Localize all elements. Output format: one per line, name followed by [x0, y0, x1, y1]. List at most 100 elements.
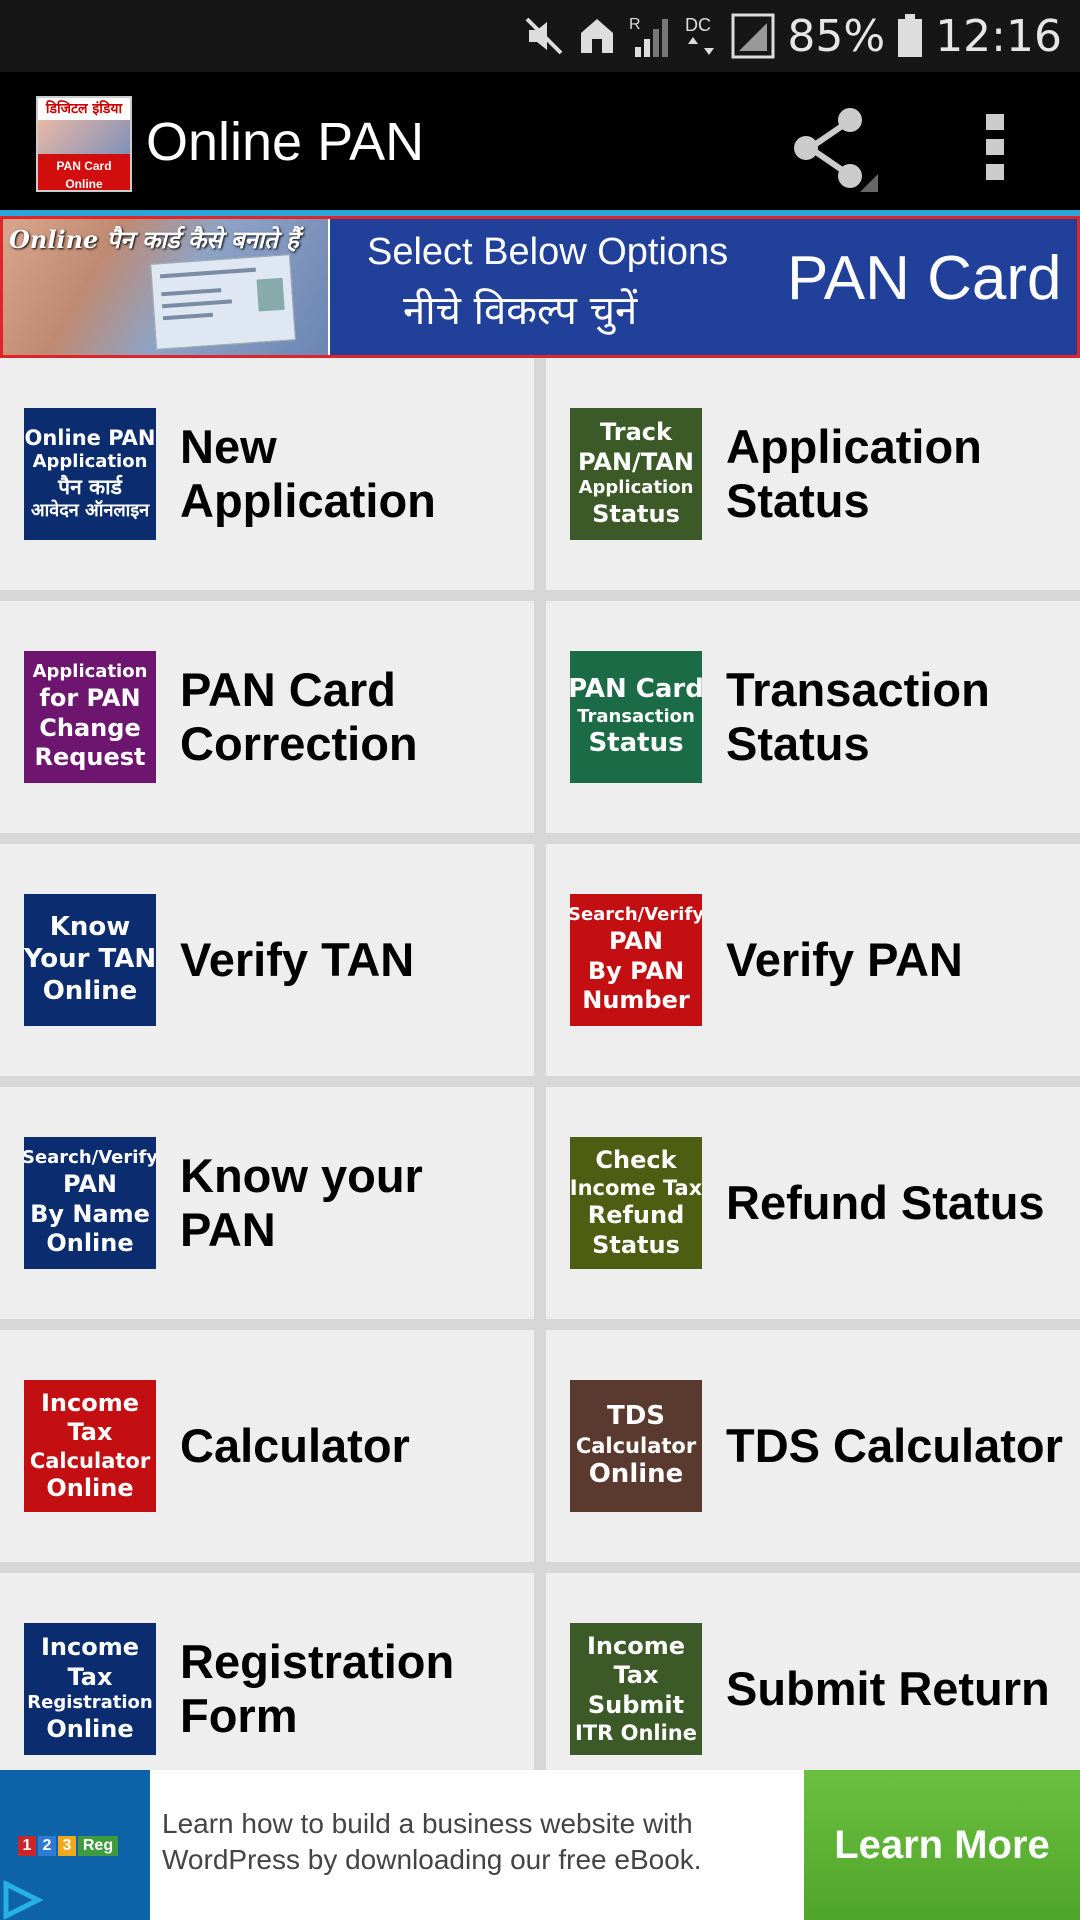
app-title: Online PAN	[146, 112, 425, 172]
tile-icon-text: Tax	[67, 1662, 113, 1691]
tile-label-line: Status	[726, 717, 870, 770]
banner-pan-card-text: PAN Card	[787, 244, 1062, 313]
tile-transaction-status[interactable]: PAN Card Transaction Status Transaction Stat…	[546, 601, 1080, 833]
share-icon	[794, 108, 878, 194]
signal-r-icon: R	[629, 13, 673, 59]
tile-icon: Application for PAN Change Request	[24, 651, 156, 783]
banner-hindi-text: नीचे विकल्प चुनें	[403, 288, 638, 334]
tile-label: Refund Status	[726, 1087, 1070, 1319]
tile-icon: Track PAN/TAN Application Status	[570, 408, 702, 540]
tile-icon-text: ITR Online	[574, 1721, 697, 1746]
ad-banner[interactable]: 1 2 3 Reg Learn how to build a business …	[0, 1770, 1080, 1920]
tile-label-line: Status	[726, 474, 870, 527]
tile-icon-text: पैन कार्ड	[58, 475, 122, 499]
tile-pan-card-correction[interactable]: Application for PAN Change Request PAN Card C…	[0, 601, 534, 833]
banner-select-text: Select Below Options	[367, 231, 729, 273]
tile-refund-status[interactable]: Check Income Tax Refund Status Refund Status	[546, 1087, 1080, 1319]
tile-icon-text: Transaction	[577, 705, 695, 727]
tile-know-your-pan[interactable]: Search/Verify PAN By Name Online Know your P…	[0, 1087, 534, 1319]
tile-label: Registration Form	[180, 1573, 524, 1770]
tile-new-application[interactable]: Online PAN Application पैन कार्ड आवेदन ऑनला…	[0, 358, 534, 590]
tile-icon-text: Calculator	[575, 1433, 697, 1458]
tile-icon-text: Check	[595, 1145, 677, 1174]
tile-label-line: Refund Status	[726, 1175, 1045, 1229]
data-dc-icon: DC	[685, 13, 719, 59]
svg-text:DC: DC	[685, 15, 711, 35]
overflow-menu-button[interactable]	[966, 102, 1026, 192]
app-logo: डिजिटल इंडिया PAN Card Online	[36, 96, 132, 192]
logo-caption: PAN Card Online	[38, 154, 130, 190]
tile-icon-text: PAN	[62, 1169, 118, 1198]
tile-tds-calculator[interactable]: TDS Calculator Online TDS Calculator	[546, 1330, 1080, 1562]
tile-verify-pan[interactable]: Search/Verify PAN By PAN Number Verify PAN	[546, 844, 1080, 1076]
tile-icon-text: Online	[42, 975, 138, 1006]
pan-card-banner[interactable]: Online पैन कार्ड कैसे बनाते हैं Select B…	[0, 216, 1080, 358]
tile-icon-text: Change	[39, 713, 141, 742]
tile-icon-text: PAN Card	[570, 673, 702, 704]
tile-icon: Online PAN Application पैन कार्ड आवेदन ऑनला…	[24, 408, 156, 540]
ad-logo-text: 1 2 3 Reg	[18, 1836, 118, 1856]
tile-icon-text: Income Tax	[570, 1176, 702, 1201]
tile-icon-text: Online PAN	[24, 426, 156, 451]
tile-icon-text: PAN	[608, 926, 664, 955]
tile-label-line: Transaction	[726, 662, 990, 716]
tile-icon-text: By Name	[30, 1199, 150, 1228]
tile-icon-text: Search/Verify	[570, 904, 702, 926]
tile-icon-text: Application	[578, 477, 694, 499]
tile-icon-text: Income	[40, 1633, 139, 1662]
tile-icon-text: Online	[46, 1229, 134, 1258]
learn-more-button[interactable]: Learn More	[804, 1770, 1080, 1920]
options-grid: Online PAN Application पैन कार्ड आवेदन ऑनला…	[0, 358, 1080, 1770]
tile-label: Verify PAN	[726, 844, 1070, 1076]
tile-verify-tan[interactable]: Know Your TAN Online Verify TAN	[0, 844, 534, 1076]
logo-line1: PAN Card	[56, 159, 112, 173]
tile-label-line: New	[180, 419, 277, 473]
tile-label: Calculator	[180, 1330, 524, 1562]
tile-label-line: Calculator	[180, 1418, 410, 1472]
tile-icon-text: Status	[592, 500, 680, 529]
tile-label-line: Application	[726, 419, 982, 473]
tile-icon-text: Income	[586, 1631, 685, 1660]
tile-label: PAN Card Correction	[180, 601, 524, 833]
ad-text: Learn how to build a business website wi…	[162, 1808, 702, 1875]
tile-calculator[interactable]: Income Tax Calculator Online Calculator	[0, 1330, 534, 1562]
tile-submit-return[interactable]: Income Tax Submit ITR Online Submit Return	[546, 1573, 1080, 1770]
tile-label-line: TDS Calculator	[726, 1418, 1063, 1472]
tile-registration-form[interactable]: Income Tax Registration Online Registration F…	[0, 1573, 534, 1770]
battery-percent: 85%	[787, 10, 886, 62]
app-bar: डिजिटल इंडिया PAN Card Online Online PAN	[0, 72, 1080, 212]
mute-icon	[523, 15, 565, 57]
tile-icon-text: Application	[32, 451, 148, 473]
tile-label: Submit Return	[726, 1573, 1070, 1770]
tile-icon-text: आवेदन ऑनलाइन	[30, 500, 150, 522]
tile-icon: Income Tax Registration Online	[24, 1623, 156, 1755]
tile-icon-text: By PAN	[587, 956, 685, 985]
tile-icon-text: Income	[40, 1388, 139, 1417]
tile-icon-text: Know	[49, 912, 131, 943]
tile-label-line: Application	[180, 474, 436, 527]
tile-icon-text: Calculator	[29, 1448, 151, 1473]
tile-label-line: Form	[180, 1689, 298, 1742]
share-button[interactable]	[782, 102, 882, 194]
tile-label-line: Submit Return	[726, 1661, 1050, 1715]
tile-icon-text: Number	[582, 986, 690, 1015]
tile-icon: TDS Calculator Online	[570, 1380, 702, 1512]
tile-icon: Check Income Tax Refund Status	[570, 1137, 702, 1269]
tile-icon-text: Online	[46, 1473, 134, 1502]
ad-logo: 1 2 3 Reg	[0, 1770, 150, 1920]
tile-label: Verify TAN	[180, 844, 524, 1076]
tile-icon: PAN Card Transaction Status	[570, 651, 702, 783]
tile-icon-text: Status	[592, 1230, 680, 1259]
tile-icon-text: Refund	[587, 1201, 685, 1230]
tile-icon-text: Application	[32, 661, 148, 683]
more-vert-icon	[986, 114, 1004, 180]
tile-application-status[interactable]: Track PAN/TAN Application Status Application…	[546, 358, 1080, 590]
tile-label: TDS Calculator	[726, 1330, 1070, 1562]
tile-label: Application Status	[726, 358, 1070, 590]
tile-label: New Application	[180, 358, 524, 590]
tile-icon-text: Online	[588, 1459, 684, 1490]
svg-text:R: R	[629, 16, 641, 33]
tile-icon: Income Tax Calculator Online	[24, 1380, 156, 1512]
logo-image	[38, 120, 130, 154]
tile-icon-text: Request	[34, 743, 146, 772]
